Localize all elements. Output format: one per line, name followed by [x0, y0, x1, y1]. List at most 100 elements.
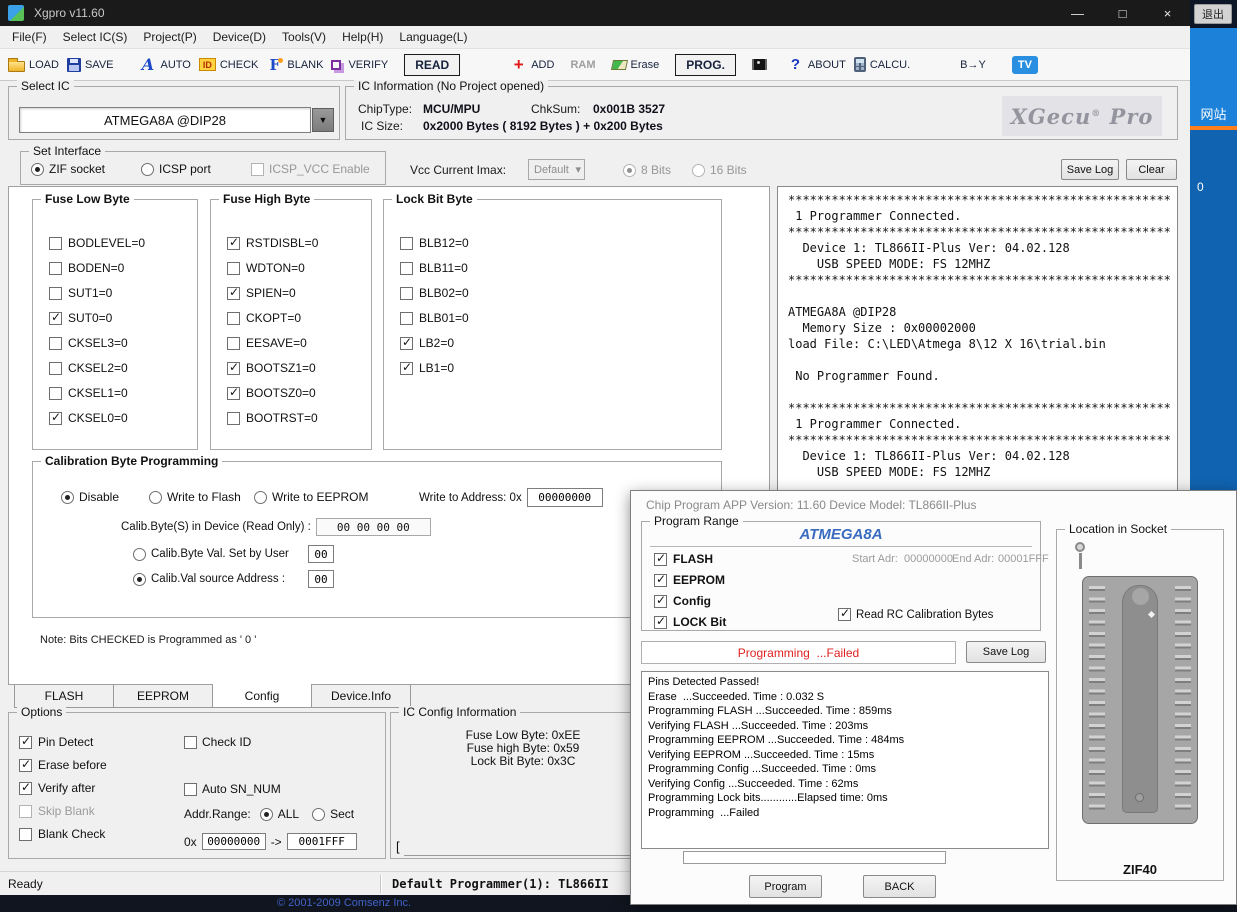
checkbox[interactable]	[838, 608, 851, 621]
8-bits-radio[interactable]: 8 Bits	[623, 163, 671, 177]
checkbox[interactable]	[184, 736, 197, 749]
fuse-high-option[interactable]: RSTDISBL=0	[227, 236, 371, 250]
source-address-radio-row[interactable]: Calib.Val source Address :	[133, 570, 334, 588]
radio[interactable]	[692, 164, 705, 177]
checkbox[interactable]	[654, 574, 667, 587]
16-bits-radio[interactable]: 16 Bits	[692, 163, 747, 177]
checkbox[interactable]	[227, 312, 240, 325]
toolbar-button[interactable]: ABOUT	[787, 57, 846, 73]
checkbox[interactable]	[227, 237, 240, 250]
checkbox[interactable]	[400, 262, 413, 275]
auto-sn-checkbox[interactable]: Auto SN_NUM	[184, 782, 281, 796]
toolbar-button[interactable]: TV	[1012, 56, 1038, 74]
radio[interactable]	[31, 163, 44, 176]
radio[interactable]	[61, 491, 74, 504]
dialog-log[interactable]: Pins Detected Passed! Erase ...Succeeded…	[641, 671, 1049, 849]
checkbox[interactable]	[49, 387, 62, 400]
menu-item[interactable]: Select IC(S)	[55, 30, 136, 44]
minimize-button[interactable]: —	[1055, 0, 1100, 26]
toolbar-button[interactable]: RAM	[570, 59, 595, 71]
checkbox[interactable]	[654, 616, 667, 629]
menu-item[interactable]: File(F)	[4, 30, 55, 44]
user-calibration-radio-row[interactable]: Calib.Byte Val. Set by User	[133, 545, 334, 563]
exit-button[interactable]: 退出	[1194, 4, 1232, 24]
toolbar-button[interactable]: CALCU.	[854, 57, 910, 72]
range-start-input[interactable]	[202, 833, 266, 850]
menu-item[interactable]: Help(H)	[334, 30, 391, 44]
menu-item[interactable]: Device(D)	[205, 30, 274, 44]
lock-bit-option[interactable]: BLB11=0	[400, 261, 721, 275]
checkbox[interactable]	[654, 553, 667, 566]
read-rc-checkbox[interactable]: Read RC Calibration Bytes	[838, 608, 993, 621]
radio[interactable]	[141, 163, 154, 176]
fuse-low-option[interactable]: CKSEL1=0	[49, 386, 197, 400]
radio[interactable]	[133, 548, 146, 561]
checkbox[interactable]	[227, 262, 240, 275]
icsp-vcc-checkbox[interactable]: ICSP_VCC Enable	[251, 162, 370, 176]
icsp-port-radio[interactable]: ICSP port	[141, 162, 211, 176]
toolbar-button[interactable]: B→Y	[960, 59, 986, 71]
maximize-button[interactable]: □	[1100, 0, 1145, 26]
fuse-high-option[interactable]: EESAVE=0	[227, 336, 371, 350]
save-log-button[interactable]: Save Log	[1061, 159, 1119, 180]
toolbar-button[interactable]: CHECK	[199, 58, 259, 71]
program-button[interactable]: Program	[749, 875, 822, 898]
radio[interactable]	[623, 164, 636, 177]
toolbar-button[interactable]	[752, 59, 771, 70]
fuse-low-option[interactable]: BODEN=0	[49, 261, 197, 275]
fuse-high-option[interactable]: SPIEN=0	[227, 286, 371, 300]
checkbox[interactable]	[251, 163, 264, 176]
toolbar-button[interactable]: PROG.	[675, 54, 736, 76]
lock-bit-option[interactable]: BLB02=0	[400, 286, 721, 300]
toolbar-button[interactable]: ADD	[510, 57, 554, 73]
checkbox[interactable]	[227, 362, 240, 375]
checkbox[interactable]	[49, 362, 62, 375]
checkbox[interactable]	[19, 736, 32, 749]
clear-button[interactable]: Clear	[1126, 159, 1177, 180]
checkbox[interactable]	[19, 759, 32, 772]
range-end-input[interactable]	[287, 833, 357, 850]
toolbar-button[interactable]: VERIFY	[331, 59, 388, 71]
lock-bit-option[interactable]: BLB01=0	[400, 311, 721, 325]
toolbar-button[interactable]: READ	[404, 54, 460, 76]
radio[interactable]	[254, 491, 267, 504]
fuse-low-option[interactable]: BODLEVEL=0	[49, 236, 197, 250]
checkbox[interactable]	[400, 287, 413, 300]
checkbox[interactable]	[19, 782, 32, 795]
menu-item[interactable]: Language(L)	[391, 30, 475, 44]
checkbox[interactable]	[49, 262, 62, 275]
fuse-low-option[interactable]: SUT0=0	[49, 311, 197, 325]
lock-bit-option[interactable]: BLB12=0	[400, 236, 721, 250]
close-button[interactable]: ×	[1145, 0, 1190, 26]
tab[interactable]: EEPROM	[113, 685, 213, 708]
checkbox[interactable]	[227, 387, 240, 400]
toolbar-button[interactable]: LOAD	[8, 58, 59, 72]
option-row[interactable]: Erase before	[19, 758, 385, 772]
menu-item[interactable]: Project(P)	[135, 30, 204, 44]
checkbox[interactable]	[49, 312, 62, 325]
tab[interactable]: Device.Info	[311, 685, 411, 708]
checkbox[interactable]	[227, 412, 240, 425]
fuse-high-option[interactable]: WDTON=0	[227, 261, 371, 275]
program-range-option[interactable]: EEPROM	[654, 573, 1040, 587]
toolbar-button[interactable]: BLANK	[266, 57, 323, 73]
menu-item[interactable]: Tools(V)	[274, 30, 334, 44]
radio[interactable]	[260, 808, 273, 821]
check-id-checkbox[interactable]: Check ID	[184, 735, 251, 749]
checkbox[interactable]	[19, 805, 32, 818]
source-address-input[interactable]	[308, 570, 334, 588]
lock-bit-option[interactable]: LB1=0	[400, 361, 721, 375]
user-calibration-input[interactable]	[308, 545, 334, 563]
fuse-low-option[interactable]: CKSEL3=0	[49, 336, 197, 350]
write-to-eeprom-radio[interactable]: Write to EEPROM	[254, 490, 368, 504]
write-address-input[interactable]	[527, 488, 603, 507]
radio[interactable]	[133, 573, 146, 586]
checkbox[interactable]	[184, 783, 197, 796]
calibration-disable-radio[interactable]: Disable	[61, 490, 119, 504]
site-tab[interactable]: 网站	[1190, 101, 1237, 130]
zif-socket-radio[interactable]: ZIF socket	[31, 162, 105, 176]
back-button[interactable]: BACK	[863, 875, 936, 898]
checkbox[interactable]	[49, 237, 62, 250]
ic-dropdown-button[interactable]	[312, 108, 334, 132]
fuse-low-option[interactable]: CKSEL2=0	[49, 361, 197, 375]
